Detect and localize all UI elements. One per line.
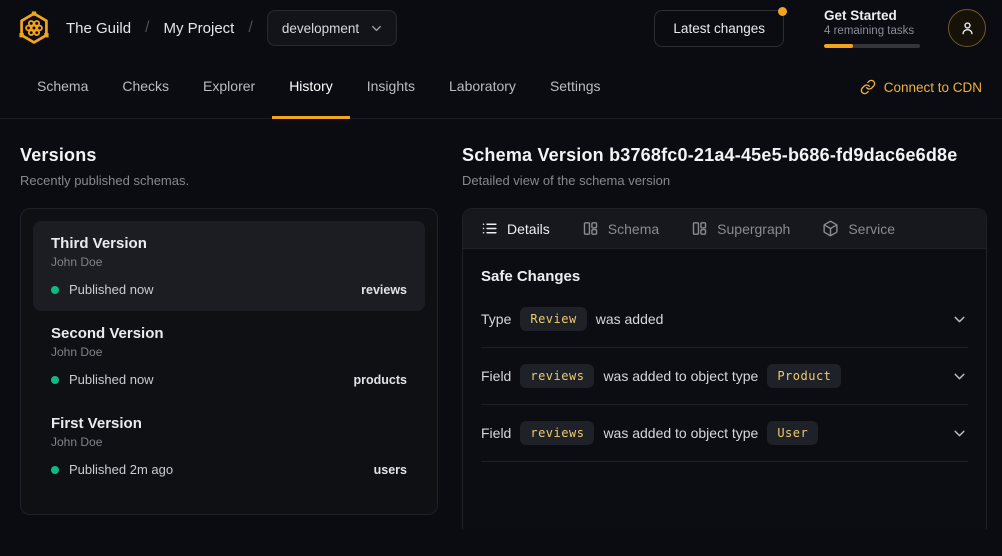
change-prefix: Type — [481, 311, 511, 327]
detail-tabs: Details Schema Sup — [463, 209, 986, 249]
safe-changes-heading: Safe Changes — [481, 268, 968, 285]
versions-subtitle: Recently published schemas. — [20, 173, 438, 188]
list-icon — [481, 220, 498, 237]
tab-explorer[interactable]: Explorer — [186, 56, 272, 119]
version-status: Published now — [69, 282, 154, 297]
get-started-title: Get Started — [824, 8, 920, 23]
version-list-item[interactable]: First Version John Doe Published 2m ago … — [33, 401, 425, 491]
columns-icon — [582, 220, 599, 237]
breadcrumb-separator: / — [248, 19, 252, 37]
link-icon — [860, 79, 876, 95]
tab-checks[interactable]: Checks — [105, 56, 186, 119]
versions-card: Third Version John Doe Published now rev… — [20, 208, 438, 515]
get-started-progress-fill — [824, 44, 853, 48]
breadcrumb-org[interactable]: The Guild — [66, 20, 131, 37]
change-row[interactable]: Field reviews was added to object type U… — [481, 405, 968, 462]
chevron-down-icon[interactable] — [951, 368, 968, 385]
version-title: Second Version — [51, 325, 407, 342]
change-prefix: Field — [481, 425, 511, 441]
version-list-item[interactable]: Second Version John Doe Published now pr… — [33, 311, 425, 401]
versions-title: Versions — [20, 145, 438, 166]
version-status: Published 2m ago — [69, 462, 173, 477]
tab-history[interactable]: History — [272, 56, 350, 119]
get-started-subtitle: 4 remaining tasks — [824, 25, 920, 37]
version-service: reviews — [361, 283, 407, 297]
versions-panel: Versions Recently published schemas. Thi… — [20, 145, 438, 529]
tab-details[interactable]: Details — [481, 220, 550, 237]
project-nav: Schema Checks Explorer History Insights … — [0, 56, 1002, 119]
version-list-item[interactable]: Third Version John Doe Published now rev… — [33, 221, 425, 311]
change-type-badge: Product — [767, 364, 841, 388]
schema-version-title: Schema Version b3768fc0-21a4-45e5-b686-f… — [462, 145, 987, 166]
change-prefix: Field — [481, 368, 511, 384]
schema-version-subtitle: Detailed view of the schema version — [462, 173, 987, 188]
tab-settings[interactable]: Settings — [533, 56, 618, 119]
notification-dot — [778, 7, 787, 16]
change-row[interactable]: Type Review was added — [481, 291, 968, 348]
top-bar: The Guild / My Project / development Lat… — [0, 0, 1002, 56]
nav-tabs: Schema Checks Explorer History Insights … — [20, 56, 618, 118]
chevron-down-icon — [369, 21, 384, 36]
version-author: John Doe — [51, 435, 407, 449]
schema-version-panel: Schema Version b3768fc0-21a4-45e5-b686-f… — [462, 145, 987, 529]
version-author: John Doe — [51, 345, 407, 359]
latest-changes-button[interactable]: Latest changes — [654, 10, 784, 47]
tab-insights[interactable]: Insights — [350, 56, 432, 119]
change-code-badge: Review — [520, 307, 586, 331]
cube-icon — [822, 220, 839, 237]
change-code-badge: reviews — [520, 364, 594, 388]
tab-laboratory[interactable]: Laboratory — [432, 56, 533, 119]
version-title: Third Version — [51, 235, 407, 252]
tab-supergraph[interactable]: Supergraph — [691, 220, 790, 237]
get-started-widget[interactable]: Get Started 4 remaining tasks — [824, 8, 920, 48]
connect-to-cdn-label: Connect to CDN — [884, 80, 982, 95]
version-title: First Version — [51, 415, 407, 432]
version-service: products — [354, 373, 407, 387]
published-status-dot — [51, 376, 59, 384]
published-status-dot — [51, 286, 59, 294]
hive-logo-icon[interactable] — [16, 10, 52, 46]
tab-schema-view[interactable]: Schema — [582, 220, 659, 237]
latest-changes-label: Latest changes — [673, 21, 765, 36]
user-avatar[interactable] — [948, 9, 986, 47]
change-text: was added to object type — [603, 425, 758, 441]
tab-schema[interactable]: Schema — [20, 56, 105, 119]
breadcrumb-project[interactable]: My Project — [164, 20, 235, 37]
main-content: Versions Recently published schemas. Thi… — [0, 119, 1002, 529]
change-type-badge: User — [767, 421, 818, 445]
tab-service[interactable]: Service — [822, 220, 895, 237]
tab-details-label: Details — [507, 221, 550, 237]
changes-list: Safe Changes Type Review was added Field… — [463, 268, 986, 462]
tab-schema-label: Schema — [608, 221, 659, 237]
change-text: was added — [596, 311, 664, 327]
columns-icon — [691, 220, 708, 237]
tab-service-label: Service — [848, 221, 895, 237]
published-status-dot — [51, 466, 59, 474]
chevron-down-icon[interactable] — [951, 311, 968, 328]
get-started-progress-bar — [824, 44, 920, 48]
change-code-badge: reviews — [520, 421, 594, 445]
user-icon — [958, 19, 977, 38]
change-text: was added to object type — [603, 368, 758, 384]
schema-version-detail-box: Details Schema Sup — [462, 208, 987, 529]
version-service: users — [374, 463, 407, 477]
connect-to-cdn-link[interactable]: Connect to CDN — [860, 56, 982, 118]
environment-select-value: development — [282, 21, 359, 36]
version-status: Published now — [69, 372, 154, 387]
change-row[interactable]: Field reviews was added to object type P… — [481, 348, 968, 405]
version-author: John Doe — [51, 255, 407, 269]
chevron-down-icon[interactable] — [951, 425, 968, 442]
environment-select[interactable]: development — [267, 10, 397, 46]
tab-supergraph-label: Supergraph — [717, 221, 790, 237]
breadcrumb-separator: / — [145, 19, 149, 37]
